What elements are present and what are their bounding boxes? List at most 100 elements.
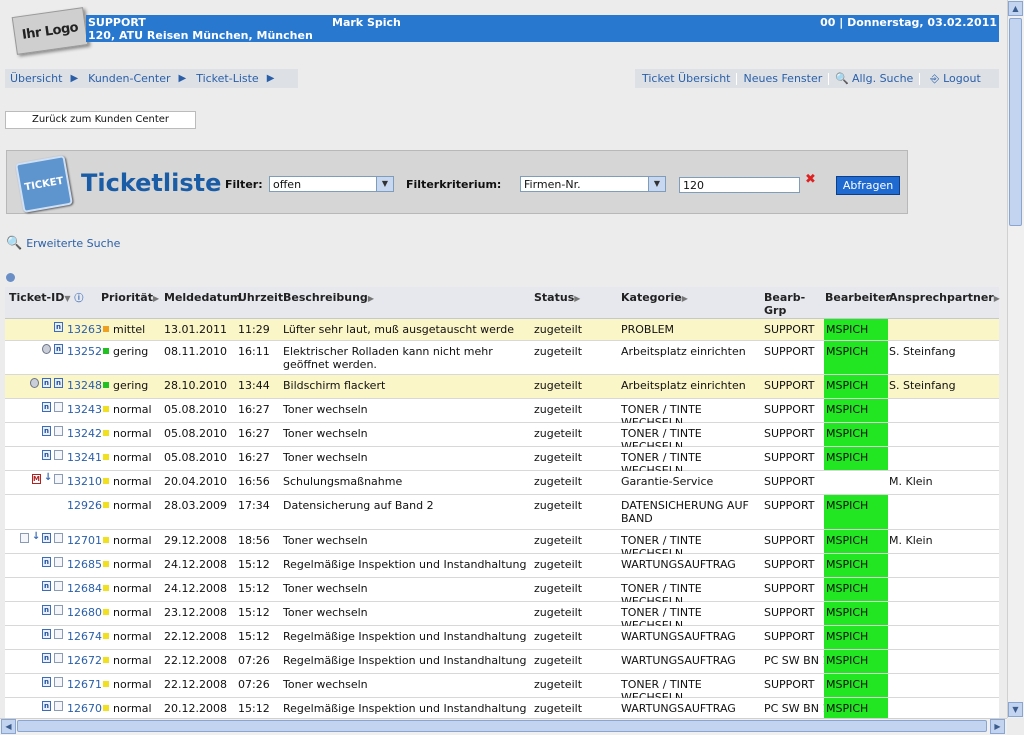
table-row[interactable]: n 12684 normal 24.12.2008 15:12 Toner wechsel… [5, 578, 999, 608]
back-to-customer-center-button[interactable]: Zurück zum Kunden Center [5, 111, 196, 129]
document-icon[interactable] [54, 653, 63, 663]
table-row[interactable]: n 12671 normal 22.12.2008 07:26 Toner wechsel… [5, 674, 999, 704]
col-category[interactable]: Kategorie▶ [621, 291, 688, 304]
ticket-id-link[interactable]: 13252 [67, 345, 102, 358]
logout-link[interactable]: Logout [943, 72, 981, 85]
n-icon[interactable]: n [42, 629, 51, 639]
n-icon[interactable]: n [42, 378, 51, 388]
table-row[interactable]: n 13252 gering 08.11.2010 16:11 Elektrischer … [5, 341, 999, 375]
vertical-scroll-thumb[interactable] [1009, 18, 1022, 226]
table-row[interactable]: n 13263 mittel 13.01.2011 11:29 Lüfter sehr l… [5, 319, 999, 341]
document-icon[interactable] [54, 677, 63, 687]
gear-icon[interactable] [30, 378, 39, 388]
breadcrumb-overview[interactable]: Übersicht [10, 72, 62, 85]
document-icon[interactable] [54, 426, 63, 436]
table-row[interactable]: n n 13248 gering 28.10.2010 13:44 Bildschirm f… [5, 375, 999, 399]
n-icon[interactable]: n [54, 322, 63, 332]
logout-icon[interactable]: ⎆ [930, 72, 939, 86]
breadcrumb-ticket-list[interactable]: Ticket-Liste [196, 72, 259, 85]
col-priority[interactable]: Priorität▶ [101, 291, 159, 304]
n-icon[interactable]: n [42, 701, 51, 711]
arrow-icon[interactable]: ↓ [32, 532, 40, 543]
document-icon[interactable] [20, 533, 29, 543]
n-icon[interactable]: n [42, 402, 51, 412]
ticket-overview-link[interactable]: Ticket Übersicht [642, 72, 730, 85]
scroll-right-icon[interactable]: ▶ [990, 719, 1005, 734]
table-row[interactable]: M ↓ 13210 normal 20.04.2010 16:56 Schulungsmaß… [5, 471, 999, 495]
ticket-id-link[interactable]: 12672 [67, 654, 102, 667]
ticket-id-link[interactable]: 13241 [67, 451, 102, 464]
scroll-left-icon[interactable]: ◀ [1, 719, 16, 734]
col-group[interactable]: Bearb- Grp [764, 291, 805, 317]
table-row[interactable]: n 12672 normal 22.12.2008 07:26 Regelmäßige I… [5, 650, 999, 674]
ticket-id-link[interactable]: 12680 [67, 606, 102, 619]
search-icon[interactable]: 🔍 [835, 72, 849, 85]
criteria-select[interactable]: Firmen-Nr. ▼ [520, 176, 666, 192]
n-icon[interactable]: n [42, 450, 51, 460]
col-status[interactable]: Status▶ [534, 291, 580, 304]
table-row[interactable]: n 13241 normal 05.08.2010 16:27 Toner wechsel… [5, 447, 999, 477]
extended-search-link[interactable]: 🔍 Erweiterte Suche [6, 236, 120, 251]
table-row[interactable]: n 13243 normal 05.08.2010 16:27 Toner wechsel… [5, 399, 999, 429]
table-row[interactable]: 12926 normal 28.03.2009 17:34 Datensicherung… [5, 495, 999, 530]
document-icon[interactable] [54, 629, 63, 639]
scroll-up-icon[interactable]: ▲ [1008, 1, 1023, 16]
arrow-icon[interactable]: ↓ [44, 473, 52, 484]
col-agent[interactable]: Bearbeiter [825, 291, 891, 304]
ticket-id-link[interactable]: 13248 [67, 379, 102, 392]
n-icon[interactable]: n [42, 677, 51, 687]
col-date[interactable]: Meldedatum [164, 291, 241, 304]
n-icon[interactable]: n [42, 426, 51, 436]
document-icon[interactable] [54, 450, 63, 460]
ticket-id-link[interactable]: 13242 [67, 427, 102, 440]
n-icon[interactable]: n [54, 378, 63, 388]
n-icon[interactable]: n [42, 605, 51, 615]
ticket-id-link[interactable]: 12671 [67, 678, 102, 691]
document-icon[interactable] [54, 557, 63, 567]
info-icon[interactable] [6, 273, 15, 282]
table-row[interactable]: n 12670 normal 20.12.2008 15:12 Regelmäßige I… [5, 698, 999, 718]
ticket-id-link[interactable]: 12685 [67, 558, 102, 571]
ticket-id-link[interactable]: 13210 [67, 475, 102, 488]
table-row[interactable]: ↓ n 12701 normal 29.12.2008 18:56 Toner wechse… [5, 530, 999, 560]
col-ticket-id[interactable]: Ticket-ID▼ ⓘ [9, 291, 83, 304]
breadcrumb-customer-center[interactable]: Kunden-Center [88, 72, 170, 85]
document-icon[interactable] [54, 605, 63, 615]
scroll-down-icon[interactable]: ▼ [1008, 702, 1023, 717]
ticket-id-link[interactable]: 12674 [67, 630, 102, 643]
ticket-id-link[interactable]: 12701 [67, 534, 102, 547]
col-time[interactable]: Uhrzeit [238, 291, 283, 304]
col-contact[interactable]: Ansprechpartner▶ [889, 291, 1000, 304]
ticket-id-link[interactable]: 12926 [67, 499, 102, 512]
general-search-link[interactable]: Allg. Suche [852, 72, 913, 85]
horizontal-scroll-thumb[interactable] [17, 720, 987, 732]
ticket-id-link[interactable]: 13243 [67, 403, 102, 416]
n-icon[interactable]: n [42, 533, 51, 543]
col-description[interactable]: Beschreibung▶ [283, 291, 374, 304]
gear-icon[interactable] [42, 344, 51, 354]
chevron-down-icon[interactable]: ▼ [376, 177, 393, 191]
table-row[interactable]: n 13242 normal 05.08.2010 16:27 Toner wechsel… [5, 423, 999, 453]
chevron-down-icon[interactable]: ▼ [648, 177, 665, 191]
document-icon[interactable] [54, 474, 63, 484]
ticket-id-link[interactable]: 12684 [67, 582, 102, 595]
query-button[interactable]: Abfragen [836, 176, 900, 195]
n-icon[interactable]: n [42, 653, 51, 663]
clear-icon[interactable]: ✖ [805, 173, 819, 187]
new-window-link[interactable]: Neues Fenster [743, 72, 822, 85]
document-icon[interactable] [54, 581, 63, 591]
ticket-id-link[interactable]: 13263 [67, 323, 102, 336]
filter-select[interactable]: offen ▼ [269, 176, 394, 192]
document-icon[interactable] [54, 701, 63, 711]
document-icon[interactable] [54, 402, 63, 412]
table-row[interactable]: n 12674 normal 22.12.2008 15:12 Regelmäßige I… [5, 626, 999, 650]
n-icon[interactable]: n [42, 581, 51, 591]
ticket-id-link[interactable]: 12670 [67, 702, 102, 715]
n-icon[interactable]: n [42, 557, 51, 567]
document-icon[interactable] [54, 533, 63, 543]
n-icon[interactable]: n [54, 344, 63, 354]
table-row[interactable]: n 12685 normal 24.12.2008 15:12 Regelmäßige I… [5, 554, 999, 578]
m-icon[interactable]: M [32, 474, 41, 484]
table-row[interactable]: n 12680 normal 23.12.2008 15:12 Toner wechsel… [5, 602, 999, 632]
criteria-value-input[interactable]: 120 [679, 177, 800, 193]
